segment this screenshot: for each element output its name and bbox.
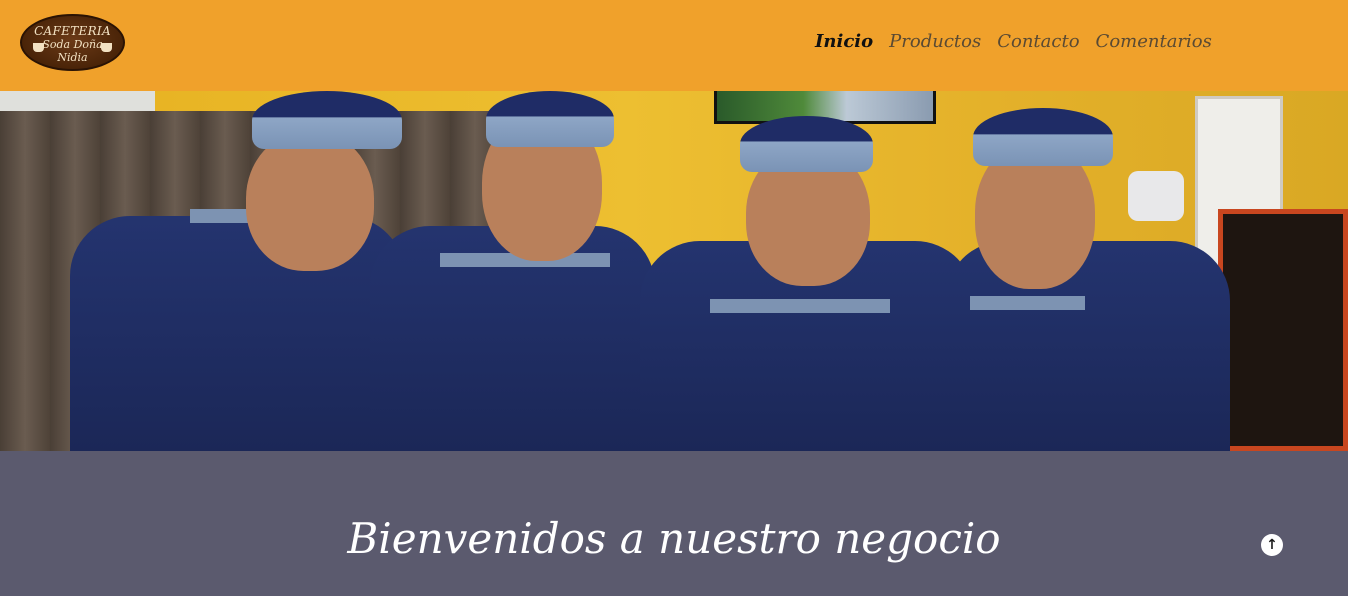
photo-person-3 xyxy=(640,91,980,451)
photo-person-1 xyxy=(70,91,410,451)
photo-red-panel xyxy=(1218,209,1348,451)
main-nav: Inicio Productos Contacto Comentarios xyxy=(815,29,1228,55)
nav-link-productos[interactable]: Productos xyxy=(889,29,981,55)
logo[interactable]: CAFETERIA Soda Doña Nidia xyxy=(20,14,125,71)
hero-photo xyxy=(0,91,1348,451)
nav-link-comentarios[interactable]: Comentarios xyxy=(1096,29,1212,55)
arrow-up-icon[interactable]: ↑ xyxy=(1261,534,1283,556)
nav-link-inicio[interactable]: Inicio xyxy=(815,29,873,55)
logo-line-1: CAFETERIA xyxy=(34,24,111,38)
logo-line-3: Nidia xyxy=(57,51,88,64)
nav-link-contacto[interactable]: Contacto xyxy=(997,29,1079,55)
welcome-section: Bienvenidos a nuestro negocio xyxy=(0,451,1348,596)
photo-person-2 xyxy=(370,91,660,451)
welcome-heading: Bienvenidos a nuestro negocio xyxy=(347,514,1001,563)
logo-line-2: Soda Doña xyxy=(42,38,103,51)
photo-person-4 xyxy=(945,91,1235,451)
site-header: CAFETERIA Soda Doña Nidia Inicio Product… xyxy=(0,0,1348,91)
